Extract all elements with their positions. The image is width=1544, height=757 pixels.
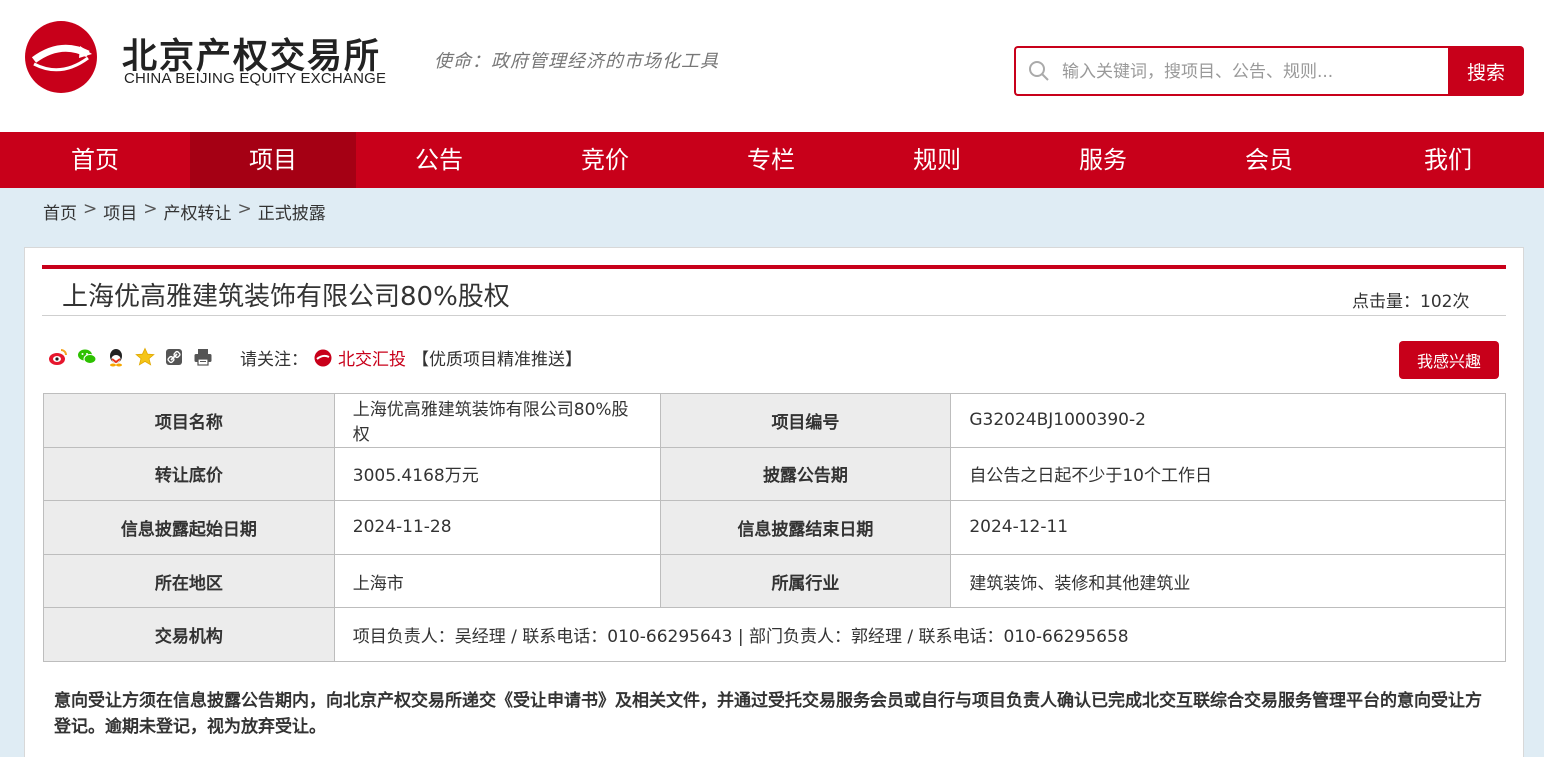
nav-item[interactable]: 项目 [190, 132, 356, 188]
follow-notice: 请关注： 北交汇投 【优质项目精准推送】 [240, 345, 582, 370]
link-icon[interactable] [164, 347, 184, 367]
table-row: 信息披露起始日期 2024-11-28 信息披露结束日期 2024-12-11 [43, 500, 1506, 555]
breadcrumb: 首页 > 项目 > 产权转让 > 正式披露 [43, 199, 326, 224]
label-start-date: 信息披露起始日期 [43, 500, 335, 555]
search-icon [1029, 61, 1049, 81]
value-project-code: G32024BJ1000390-2 [950, 393, 1506, 448]
table-row: 项目名称 上海优高雅建筑装饰有限公司80%股权 项目编号 G32024BJ100… [43, 393, 1506, 448]
title-divider [42, 315, 1506, 316]
print-icon[interactable] [193, 347, 213, 367]
value-reserve-price: 3005.4168万元 [333, 446, 661, 502]
label-project-name: 项目名称 [43, 393, 335, 448]
breadcrumb-link[interactable]: 产权转让 [164, 199, 232, 224]
nav-item[interactable]: 规则 [854, 132, 1020, 188]
search-button[interactable]: 搜索 [1448, 46, 1524, 96]
project-title: 上海优高雅建筑装饰有限公司80%股权 [62, 282, 510, 312]
table-row: 所在地区 上海市 所属行业 建筑装饰、装修和其他建筑业 [43, 553, 1506, 609]
value-project-name: 上海优高雅建筑装饰有限公司80%股权 [333, 393, 661, 448]
nav-item[interactable]: 服务 [1020, 132, 1186, 188]
search-box [1014, 46, 1450, 96]
mission-slogan: 使命：政府管理经济的市场化工具 [434, 51, 719, 72]
main-nav: 首页 项目 公告 竞价 专栏 规则 服务 会员 我们 [0, 132, 1544, 188]
label-industry: 所属行业 [659, 553, 952, 609]
weibo-icon[interactable] [48, 347, 68, 367]
label-end-date: 信息披露结束日期 [659, 500, 952, 555]
project-info-table: 项目名称 上海优高雅建筑装饰有限公司80%股权 项目编号 G32024BJ100… [43, 393, 1507, 662]
label-disclosure-period: 披露公告期 [659, 446, 952, 502]
value-contacts: 项目负责人：吴经理 / 联系电话：010-66295643 | 部门负责人：郭经… [333, 607, 1507, 662]
nav-item[interactable]: 首页 [0, 132, 190, 188]
breadcrumb-separator: > [83, 199, 98, 219]
label-region: 所在地区 [43, 553, 335, 609]
title-accent-line [42, 265, 1506, 269]
nav-item[interactable]: 专栏 [688, 132, 854, 188]
cbex-logo-icon[interactable] [24, 20, 98, 94]
breadcrumb-link: 正式披露 [257, 204, 326, 224]
nav-item[interactable]: 我们 [1352, 132, 1544, 188]
interest-button[interactable]: 我感兴趣 [1399, 341, 1499, 379]
nav-item[interactable]: 会员 [1186, 132, 1352, 188]
nav-item[interactable]: 公告 [356, 132, 522, 188]
qq-icon[interactable] [106, 347, 126, 367]
logo-english-name: CHINA BEIJING EQUITY EXCHANGE [124, 70, 387, 87]
wechat-icon[interactable] [77, 347, 97, 367]
breadcrumb-link[interactable]: 项目 [103, 199, 137, 224]
favorite-star-icon[interactable] [135, 347, 155, 367]
value-disclosure-period: 自公告之日起不少于10个工作日 [950, 446, 1506, 502]
value-end-date: 2024-12-11 [950, 500, 1506, 555]
breadcrumb-separator: > [237, 199, 252, 219]
follow-label: 请关注： [240, 350, 308, 370]
value-industry: 建筑装饰、装修和其他建筑业 [950, 553, 1506, 609]
label-reserve-price: 转让底价 [43, 446, 335, 502]
table-row: 交易机构 项目负责人：吴经理 / 联系电话：010-66295643 | 部门负… [43, 607, 1507, 662]
label-trading-agency: 交易机构 [43, 607, 335, 662]
bjhtz-logo-icon [314, 349, 332, 366]
label-project-code: 项目编号 [659, 393, 952, 448]
share-bar [48, 347, 213, 367]
follow-brand-link[interactable]: 北交汇投 [338, 345, 406, 370]
breadcrumb-link[interactable]: 首页 [43, 199, 77, 224]
breadcrumb-separator: > [143, 199, 158, 219]
transferee-notice: 意向受让方须在信息披露公告期内，向北京产权交易所递交《受让申请书》及相关文件，并… [54, 691, 1482, 737]
value-start-date: 2024-11-28 [333, 500, 661, 555]
search-input[interactable] [1062, 58, 1442, 86]
nav-item[interactable]: 竞价 [522, 132, 688, 188]
hit-count: 点击量：102次 [1352, 292, 1470, 312]
table-row: 转让底价 3005.4168万元 披露公告期 自公告之日起不少于10个工作日 [43, 446, 1506, 502]
value-region: 上海市 [333, 553, 661, 609]
follow-tag: 【优质项目精准推送】 [412, 350, 582, 370]
